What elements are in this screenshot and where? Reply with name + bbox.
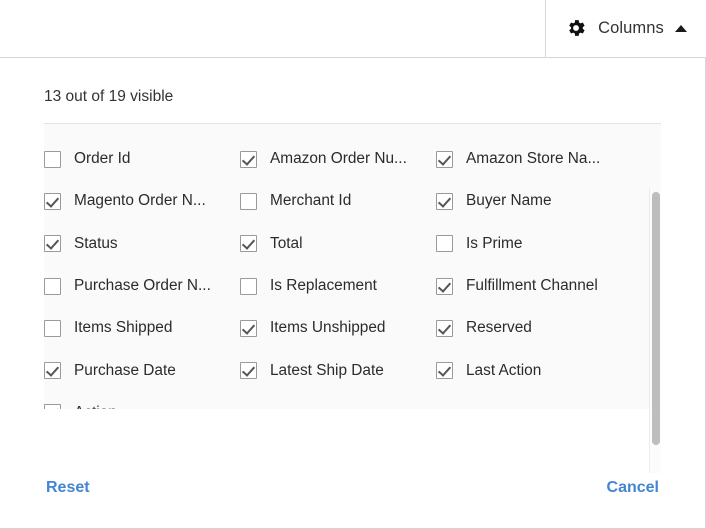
checkbox-icon[interactable] (240, 362, 257, 380)
column-option-label: Is Prime (466, 234, 523, 252)
checkbox-icon[interactable] (240, 192, 257, 210)
reset-button[interactable]: Reset (46, 479, 90, 497)
scrollbar-thumb[interactable] (652, 192, 660, 445)
column-option[interactable]: Purchase Order N... (44, 265, 240, 307)
column-option[interactable]: Action (44, 392, 240, 409)
checkbox-icon[interactable] (436, 150, 453, 168)
checkbox-icon[interactable] (44, 192, 61, 210)
columns-list-scroll-area[interactable]: Order Id Amazon Order Nu... Amazon Store N… (44, 124, 661, 409)
columns-dropdown-panel: 13 out of 19 visible Order Id Amazon Orde… (0, 57, 706, 529)
caret-up-icon (674, 24, 687, 32)
column-option-label: Items Unshipped (270, 319, 386, 337)
column-option-label: Total (270, 234, 303, 252)
column-option-label: Action (74, 404, 117, 409)
column-option-label: Reserved (466, 319, 532, 337)
column-option[interactable]: Last Action (436, 349, 661, 391)
columns-checkbox-grid: Order Id Amazon Order Nu... Amazon Store N… (44, 124, 661, 409)
column-option-label: Fulfillment Channel (466, 277, 598, 295)
columns-toggle-button[interactable]: Columns (545, 0, 706, 58)
column-option[interactable]: Buyer Name (436, 180, 661, 222)
column-option[interactable]: Is Replacement (240, 265, 436, 307)
checkbox-icon[interactable] (436, 277, 453, 295)
column-option-label: Magento Order N... (74, 192, 206, 210)
column-option-label: Is Replacement (270, 277, 377, 295)
column-option-label: Buyer Name (466, 192, 552, 210)
checkbox-icon[interactable] (240, 319, 257, 337)
column-option[interactable]: Total (240, 223, 436, 265)
column-option[interactable]: Latest Ship Date (240, 349, 436, 391)
column-option-label: Merchant Id (270, 192, 352, 210)
checkbox-icon[interactable] (240, 150, 257, 168)
column-option[interactable]: Purchase Date (44, 349, 240, 391)
column-option-label: Items Shipped (74, 319, 173, 337)
columns-list-scrollbar[interactable] (649, 188, 661, 473)
checkbox-icon[interactable] (436, 235, 453, 253)
checkbox-icon[interactable] (240, 277, 257, 295)
checkbox-icon[interactable] (240, 235, 257, 253)
panel-footer: Reset Cancel (0, 470, 705, 528)
checkbox-icon[interactable] (436, 319, 453, 337)
column-option[interactable]: Amazon Store Na... (436, 138, 661, 180)
column-option-label: Amazon Order Nu... (270, 150, 407, 168)
column-option[interactable]: Status (44, 223, 240, 265)
visible-count-text: 13 out of 19 visible (44, 88, 174, 105)
checkbox-icon[interactable] (44, 277, 61, 295)
cancel-button[interactable]: Cancel (607, 479, 659, 497)
column-option[interactable]: Amazon Order Nu... (240, 138, 436, 180)
column-option-label: Order Id (74, 150, 131, 168)
column-option[interactable]: Items Shipped (44, 307, 240, 349)
column-option-label: Amazon Store Na... (466, 150, 601, 168)
column-option-label: Latest Ship Date (270, 361, 384, 379)
column-option[interactable]: Order Id (44, 138, 240, 180)
column-option[interactable]: Merchant Id (240, 180, 436, 222)
checkbox-icon[interactable] (44, 404, 61, 409)
checkbox-icon[interactable] (44, 319, 61, 337)
checkbox-icon[interactable] (44, 362, 61, 380)
column-option-label: Purchase Order N... (74, 277, 211, 295)
column-option[interactable]: Reserved (436, 307, 661, 349)
column-option[interactable]: Items Unshipped (240, 307, 436, 349)
column-option-label: Status (74, 234, 118, 252)
checkbox-icon[interactable] (436, 192, 453, 210)
gear-icon (565, 17, 587, 39)
column-option-label: Last Action (466, 361, 542, 379)
columns-toggle-label: Columns (598, 18, 664, 37)
column-option[interactable]: Is Prime (436, 223, 661, 265)
column-option[interactable]: Magento Order N... (44, 180, 240, 222)
column-option-label: Purchase Date (74, 361, 176, 379)
checkbox-icon[interactable] (44, 150, 61, 168)
checkbox-icon[interactable] (436, 362, 453, 380)
checkbox-icon[interactable] (44, 235, 61, 253)
column-option[interactable]: Fulfillment Channel (436, 265, 661, 307)
